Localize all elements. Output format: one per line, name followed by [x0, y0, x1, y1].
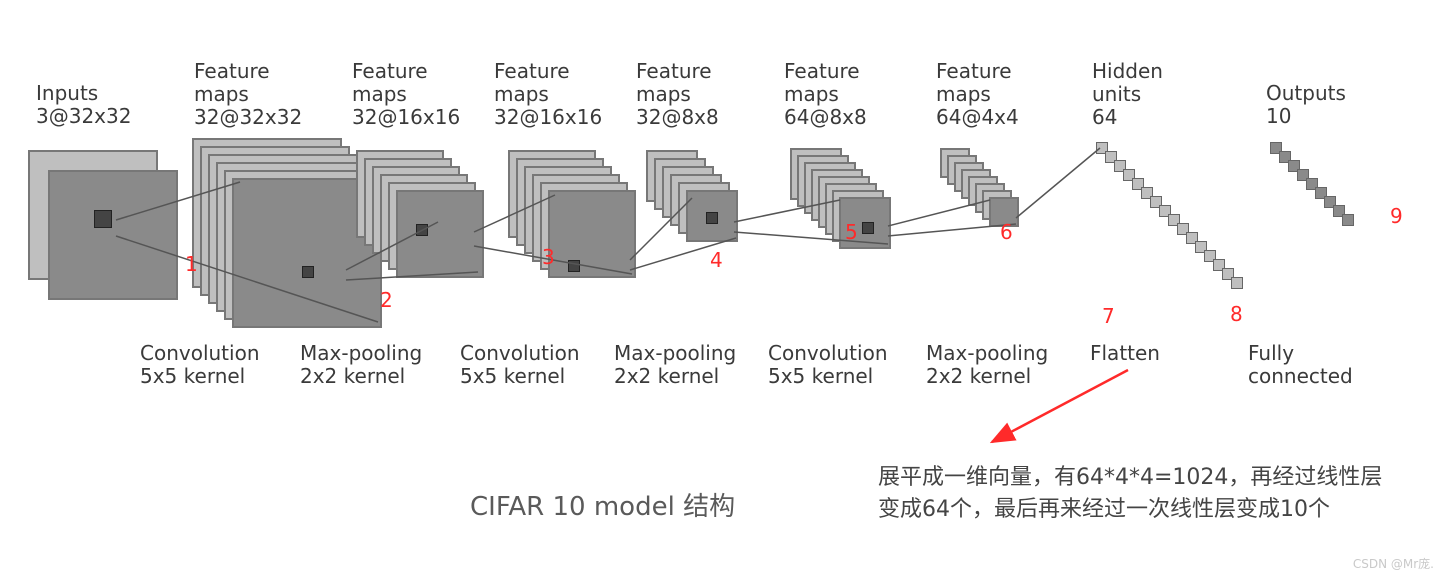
- op-pool1-l1: Max-pooling: [300, 341, 422, 365]
- stack-inputs: [28, 150, 188, 310]
- op-fc-l2: connected: [1248, 364, 1353, 388]
- label-hidden-t2: units: [1092, 82, 1141, 106]
- label-fmap1: Feature maps 32@32x32: [194, 60, 302, 129]
- label-inputs-t2: 3@32x32: [36, 104, 131, 128]
- op-pool3-l2: 2x2 kernel: [926, 364, 1031, 388]
- label-inputs-t1: Inputs: [36, 81, 98, 105]
- red-3: 3: [542, 245, 555, 269]
- red-2: 2: [380, 288, 393, 312]
- label-fmap6-t2: maps: [936, 82, 991, 106]
- op-pool2-l1: Max-pooling: [614, 341, 736, 365]
- kernel-cube: [94, 210, 112, 228]
- op-conv2-l1: Convolution: [460, 341, 580, 365]
- red-6: 6: [1000, 220, 1013, 244]
- label-fmap1-t2: maps: [194, 82, 249, 106]
- label-hidden-t1: Hidden: [1092, 59, 1163, 83]
- label-fmap3: Feature maps 32@16x16: [494, 60, 602, 129]
- label-fmap4-t2: maps: [636, 82, 691, 106]
- diagram-title: CIFAR 10 model 结构: [470, 486, 735, 523]
- op-conv1-l2: 5x5 kernel: [140, 364, 245, 388]
- op-fc: Fully connected: [1248, 342, 1353, 388]
- label-fmap5: Feature maps 64@8x8: [784, 60, 867, 129]
- label-outputs: Outputs 10: [1266, 82, 1346, 128]
- label-fmap5-t3: 64@8x8: [784, 105, 867, 129]
- label-hidden-t3: 64: [1092, 105, 1117, 129]
- label-fmap3-t1: Feature: [494, 59, 570, 83]
- label-fmap4-t1: Feature: [636, 59, 712, 83]
- flatten-note-l1: 展平成一维向量，有64*4*4=1024，再经过线性层: [878, 465, 1382, 490]
- label-fmap4-t3: 32@8x8: [636, 105, 719, 129]
- unit-cell: [1231, 277, 1243, 289]
- label-hidden: Hidden units 64: [1092, 60, 1163, 129]
- label-fmap5-t2: maps: [784, 82, 839, 106]
- op-conv1-l1: Convolution: [140, 341, 260, 365]
- red-1: 1: [185, 252, 198, 276]
- flatten-note-l2: 变成64个，最后再来经过一次线性层变成10个: [878, 497, 1330, 522]
- kernel-cube: [706, 212, 718, 224]
- label-fmap5-t1: Feature: [784, 59, 860, 83]
- label-fmap2-t3: 32@16x16: [352, 105, 460, 129]
- op-conv2: Convolution 5x5 kernel: [460, 342, 580, 388]
- label-fmap2-t2: maps: [352, 82, 407, 106]
- unit-cell: [1342, 214, 1354, 226]
- op-pool1-l2: 2x2 kernel: [300, 364, 405, 388]
- op-flatten: Flatten: [1090, 342, 1160, 365]
- op-flatten-l1: Flatten: [1090, 341, 1160, 365]
- label-inputs: Inputs 3@32x32: [36, 82, 131, 128]
- label-fmap2: Feature maps 32@16x16: [352, 60, 460, 129]
- op-pool2: Max-pooling 2x2 kernel: [614, 342, 736, 388]
- label-fmap2-t1: Feature: [352, 59, 428, 83]
- red-7: 7: [1102, 304, 1115, 328]
- op-conv2-l2: 5x5 kernel: [460, 364, 565, 388]
- label-fmap6: Feature maps 64@4x4: [936, 60, 1019, 129]
- watermark: CSDN @Mr庞.: [1353, 555, 1434, 572]
- op-pool3-l1: Max-pooling: [926, 341, 1048, 365]
- op-pool3: Max-pooling 2x2 kernel: [926, 342, 1048, 388]
- red-8: 8: [1230, 302, 1243, 326]
- flatten-note: 展平成一维向量，有64*4*4=1024，再经过线性层 变成64个，最后再来经过…: [878, 462, 1382, 526]
- op-fc-l1: Fully: [1248, 341, 1294, 365]
- kernel-cube: [302, 266, 314, 278]
- label-outputs-t1: Outputs: [1266, 81, 1346, 105]
- op-conv3-l1: Convolution: [768, 341, 888, 365]
- red-9: 9: [1390, 204, 1403, 228]
- label-fmap6-t1: Feature: [936, 59, 1012, 83]
- op-conv3: Convolution 5x5 kernel: [768, 342, 888, 388]
- label-fmap4: Feature maps 32@8x8: [636, 60, 719, 129]
- op-pool2-l2: 2x2 kernel: [614, 364, 719, 388]
- label-fmap1-t1: Feature: [194, 59, 270, 83]
- label-fmap3-t3: 32@16x16: [494, 105, 602, 129]
- label-fmap1-t3: 32@32x32: [194, 105, 302, 129]
- label-outputs-t2: 10: [1266, 104, 1291, 128]
- label-fmap3-t2: maps: [494, 82, 549, 106]
- kernel-cube: [416, 224, 428, 236]
- red-4: 4: [710, 248, 723, 272]
- red-5: 5: [845, 220, 858, 244]
- kernel-cube: [568, 260, 580, 272]
- kernel-cube: [862, 222, 874, 234]
- label-fmap6-t3: 64@4x4: [936, 105, 1019, 129]
- op-conv1: Convolution 5x5 kernel: [140, 342, 260, 388]
- op-conv3-l2: 5x5 kernel: [768, 364, 873, 388]
- op-pool1: Max-pooling 2x2 kernel: [300, 342, 422, 388]
